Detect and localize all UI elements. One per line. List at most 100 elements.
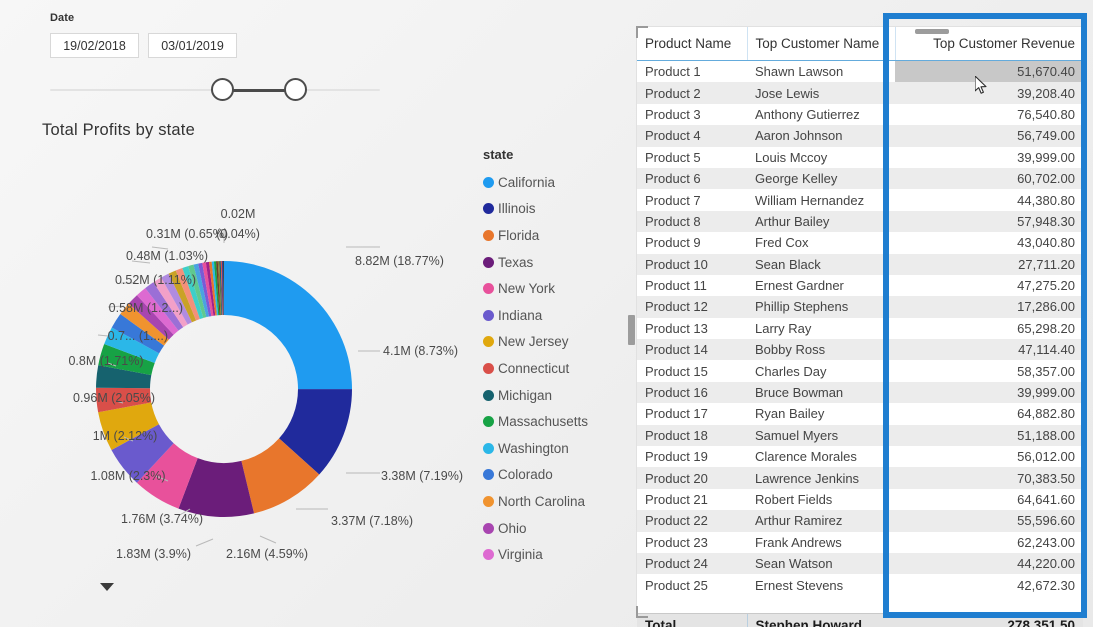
legend-item-colorado[interactable]: Colorado (483, 462, 633, 489)
cell-product-name[interactable]: Product 7 (637, 189, 747, 210)
legend-item-connecticut[interactable]: Connecticut (483, 355, 633, 382)
table-row[interactable]: Product 18 Samuel Myers 51,188.00 (637, 424, 1081, 447)
cell-customer-name[interactable]: Sean Black (747, 253, 895, 275)
cell-customer-revenue[interactable]: 64,882.80 (895, 403, 1081, 424)
cell-product-name[interactable]: Product 16 (637, 381, 747, 404)
slider-handle-start[interactable] (211, 78, 234, 101)
legend-item-texas[interactable]: Texas (483, 249, 633, 276)
cell-customer-name[interactable]: Aaron Johnson (747, 125, 895, 147)
cell-product-name[interactable]: Product 8 (637, 210, 747, 233)
cell-customer-name[interactable]: Bruce Bowman (747, 381, 895, 404)
cell-customer-revenue[interactable]: 56,012.00 (895, 446, 1081, 467)
cell-product-name[interactable]: Product 14 (637, 339, 747, 361)
table-row[interactable]: Product 22 Arthur Ramirez 55,596.60 (637, 510, 1081, 532)
table-row[interactable]: Product 20 Lawrence Jenkins 70,383.50 (637, 467, 1081, 489)
chevron-down-icon[interactable] (100, 583, 114, 591)
donut-plot-area[interactable]: 8.82M (18.77%) 4.1M (8.73%) 3.38M (7.19%… (28, 151, 498, 601)
cell-product-name[interactable]: Product 6 (637, 167, 747, 190)
cell-product-name[interactable]: Product 25 (637, 574, 747, 595)
cell-customer-name[interactable]: Shawn Lawson (747, 61, 895, 82)
donut-slice[interactable] (224, 261, 352, 390)
cell-customer-name[interactable]: Jose Lewis (747, 82, 895, 104)
legend-item-california[interactable]: California (483, 169, 633, 196)
cell-customer-revenue[interactable]: 39,208.40 (895, 82, 1081, 104)
cell-product-name[interactable]: Product 23 (637, 532, 747, 553)
cell-customer-name[interactable]: William Hernandez (747, 189, 895, 210)
cell-customer-name[interactable]: Larry Ray (747, 318, 895, 339)
cell-customer-revenue[interactable]: 47,275.20 (895, 275, 1081, 296)
legend-item-washington[interactable]: Washington (483, 435, 633, 462)
cell-customer-name[interactable]: Anthony Gutierrez (747, 104, 895, 125)
cell-customer-name[interactable]: Clarence Morales (747, 446, 895, 467)
table-row[interactable]: Product 7 William Hernandez 44,380.80 (637, 189, 1081, 210)
cell-customer-revenue[interactable]: 43,040.80 (895, 232, 1081, 253)
cell-product-name[interactable]: Product 4 (637, 125, 747, 147)
table-row[interactable]: Product 17 Ryan Bailey 64,882.80 (637, 403, 1081, 424)
cell-customer-name[interactable]: Sean Watson (747, 552, 895, 575)
cell-product-name[interactable]: Product 21 (637, 489, 747, 510)
table-row[interactable]: Product 9 Fred Cox 43,040.80 (637, 232, 1081, 253)
cell-customer-name[interactable]: Arthur Bailey (747, 210, 895, 233)
table-row[interactable]: Product 16 Bruce Bowman 39,999.00 (637, 381, 1081, 404)
cell-product-name[interactable]: Product 17 (637, 403, 747, 424)
cell-customer-revenue[interactable]: 76,540.80 (895, 104, 1081, 125)
table-row[interactable]: Product 5 Louis Mccoy 39,999.00 (637, 147, 1081, 168)
table-row[interactable]: Product 2 Jose Lewis 39,208.40 (637, 82, 1081, 104)
scrollbar-thumb[interactable] (628, 315, 635, 345)
table-row[interactable]: Product 24 Sean Watson 44,220.00 (637, 552, 1081, 575)
cell-customer-name[interactable]: Charles Day (747, 360, 895, 381)
cell-customer-name[interactable]: Ernest Stevens (747, 574, 895, 595)
cell-customer-name[interactable]: Phillip Stephens (747, 296, 895, 318)
cell-product-name[interactable]: Product 15 (637, 360, 747, 381)
table-body-scroll-region[interactable]: Product 1 Shawn Lawson 51,670.40 Product 2J… (637, 61, 1081, 613)
legend-item-massachusetts[interactable]: Massachusetts (483, 408, 633, 435)
table-row[interactable]: Product 4 Aaron Johnson 56,749.00 (637, 125, 1081, 147)
table-horizontal-scrollbar[interactable] (915, 29, 949, 34)
cell-product-name[interactable]: Product 1 (637, 61, 747, 82)
cell-customer-name[interactable]: Lawrence Jenkins (747, 467, 895, 489)
cell-customer-revenue[interactable]: 44,220.00 (895, 552, 1081, 575)
table-row[interactable]: Product 14 Bobby Ross 47,114.40 (637, 339, 1081, 361)
table-row[interactable]: Product 6 George Kelley 60,702.00 (637, 167, 1081, 190)
column-header-product-name[interactable]: Product Name (637, 27, 747, 61)
cell-product-name[interactable]: Product 2 (637, 82, 747, 104)
cell-customer-name[interactable]: George Kelley (747, 167, 895, 190)
cell-customer-revenue[interactable]: 57,948.30 (895, 210, 1081, 233)
cell-customer-revenue[interactable]: 17,286.00 (895, 296, 1081, 318)
legend-item-north-carolina[interactable]: North Carolina (483, 488, 633, 515)
legend-item-virginia[interactable]: Virginia (483, 541, 633, 568)
cell-product-name[interactable]: Product 19 (637, 446, 747, 467)
table-row[interactable]: Product 13 Larry Ray 65,298.20 (637, 318, 1081, 339)
cell-product-name[interactable]: Product 24 (637, 552, 747, 575)
cell-customer-name[interactable]: Arthur Ramirez (747, 510, 895, 532)
cell-customer-revenue[interactable]: 39,999.00 (895, 147, 1081, 168)
cell-product-name[interactable]: Product 10 (637, 253, 747, 275)
legend-item-indiana[interactable]: Indiana (483, 302, 633, 329)
legend-item-ohio[interactable]: Ohio (483, 515, 633, 542)
table-row[interactable]: Product 8 Arthur Bailey 57,948.30 (637, 210, 1081, 233)
cell-customer-name[interactable]: Bobby Ross (747, 339, 895, 361)
date-end-input[interactable]: 03/01/2019 (148, 33, 237, 58)
legend-item-illinois[interactable]: Illinois (483, 196, 633, 223)
cell-customer-revenue[interactable]: 39,999.00 (895, 381, 1081, 404)
table-row[interactable]: Product 12 Phillip Stephens 17,286.00 (637, 296, 1081, 318)
cell-customer-name[interactable]: Robert Fields (747, 489, 895, 510)
table-row[interactable]: Product 1 Shawn Lawson 51,670.40 (637, 61, 1081, 83)
cell-product-name[interactable]: Product 20 (637, 467, 747, 489)
cell-product-name[interactable]: Product 22 (637, 510, 747, 532)
table-row[interactable]: Product 19 Clarence Morales 56,012.00 (637, 446, 1081, 467)
cell-product-name[interactable]: Product 12 (637, 296, 747, 318)
cell-product-name[interactable]: Product 11 (637, 275, 747, 296)
cell-customer-revenue[interactable]: 51,670.40 (895, 61, 1081, 83)
legend-items[interactable]: California Illinois Florida Texas New York In… (483, 169, 633, 568)
cell-product-name[interactable]: Product 13 (637, 318, 747, 339)
table-row[interactable]: Product 25 Ernest Stevens 42,672.30 (637, 574, 1081, 595)
cell-customer-revenue[interactable]: 58,357.00 (895, 360, 1081, 381)
cell-customer-revenue[interactable]: 65,298.20 (895, 318, 1081, 339)
table-visual[interactable]: Product Name Top Customer Name Top Custo… (628, 26, 1083, 627)
table-row[interactable]: Product 11 Ernest Gardner 47,275.20 (637, 275, 1081, 296)
table-row[interactable]: Product 10 Sean Black 27,711.20 (637, 253, 1081, 275)
cell-product-name[interactable]: Product 18 (637, 424, 747, 447)
legend-item-new-york[interactable]: New York (483, 275, 633, 302)
date-range-slider[interactable] (50, 78, 380, 102)
